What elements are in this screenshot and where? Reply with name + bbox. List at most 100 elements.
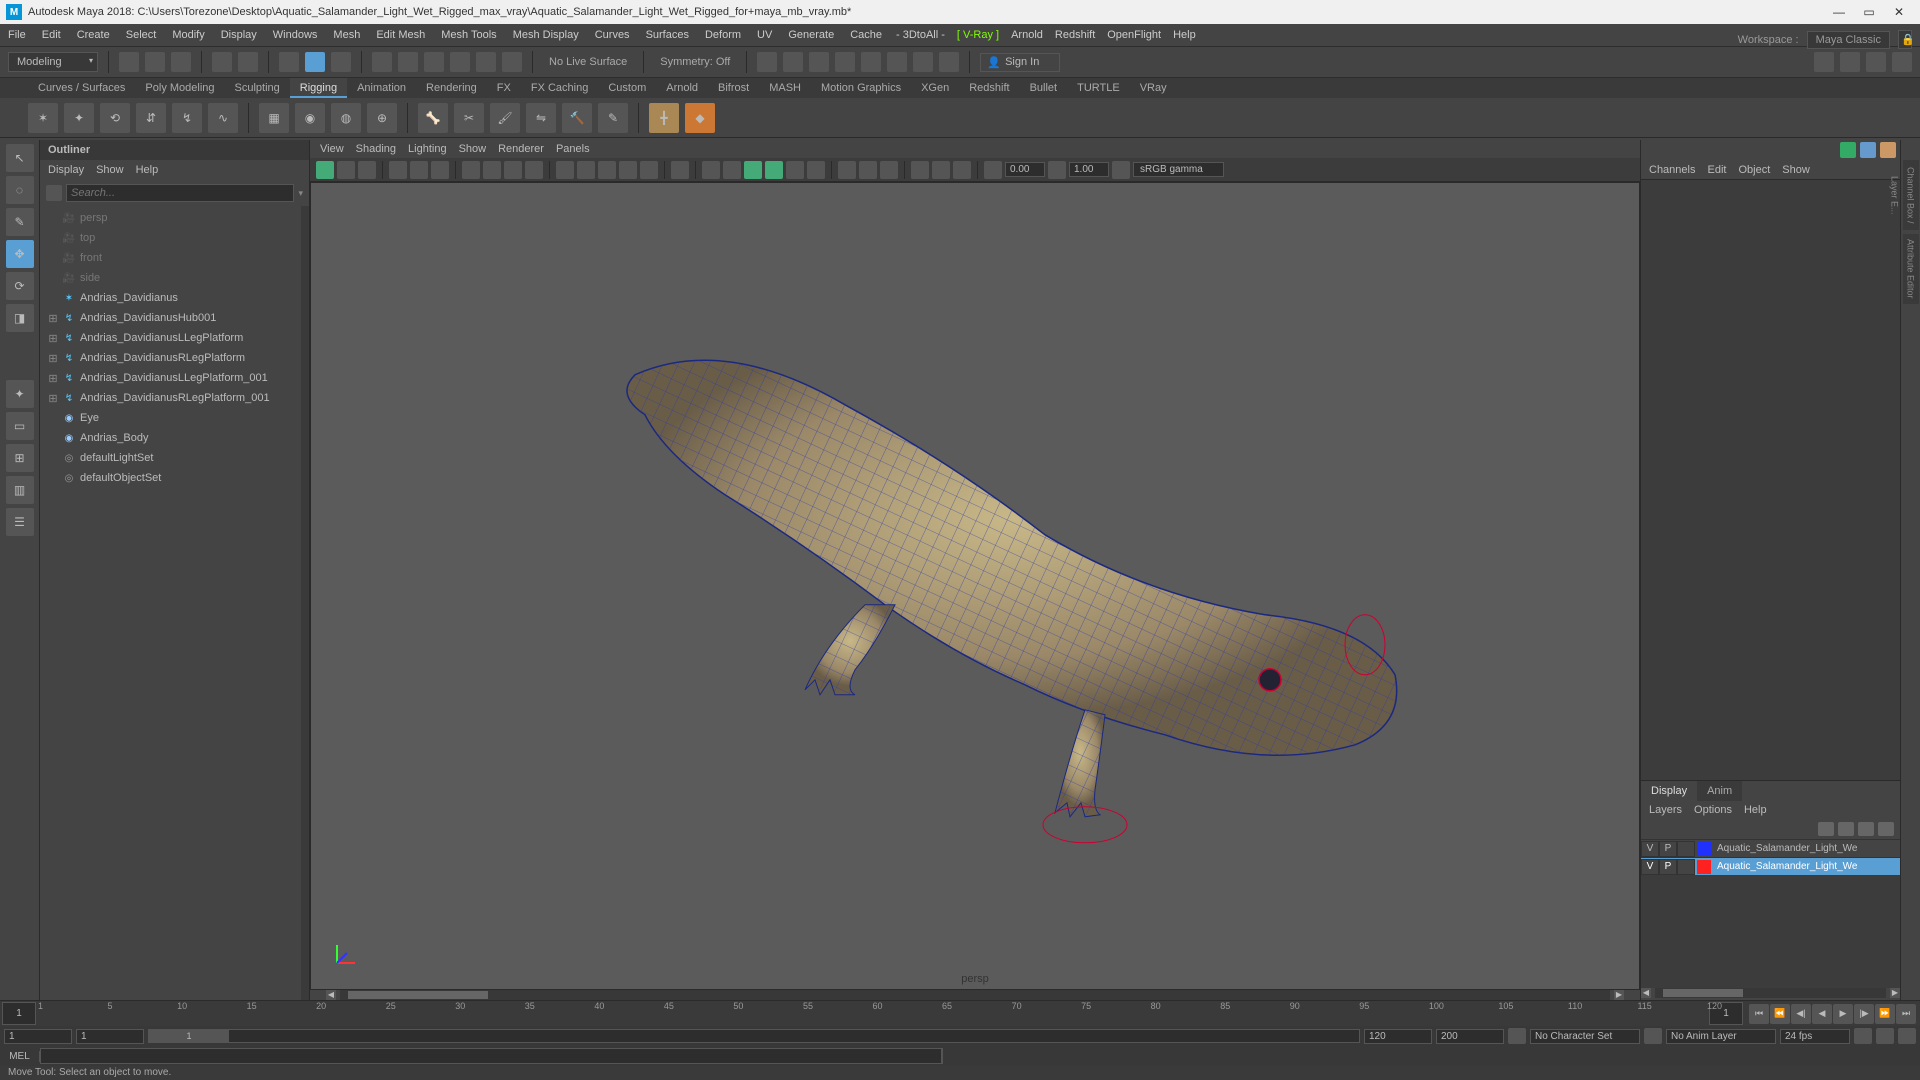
menu-mesh-tools[interactable]: Mesh Tools — [433, 24, 504, 46]
shelf-icon-wrap[interactable]: ⊕ — [367, 103, 397, 133]
outliner-menu-help[interactable]: Help — [136, 164, 159, 176]
outliner-node-top[interactable]: 🎥top — [40, 228, 309, 248]
layer-new-empty-icon[interactable] — [1858, 822, 1874, 836]
render-icon[interactable] — [783, 52, 803, 72]
outliner-node-hub[interactable]: ⊞↯Andrias_DavidianusHub001 — [40, 308, 309, 328]
tab-channel-box[interactable]: Channel Box / Layer E... — [1903, 160, 1919, 230]
menu-create[interactable]: Create — [69, 24, 118, 46]
layer-menu-layers[interactable]: Layers — [1649, 804, 1682, 816]
outliner-menu-show[interactable]: Show — [96, 164, 124, 176]
outliner-node-lightset[interactable]: ◎defaultLightSet — [40, 448, 309, 468]
vp-2d-zoom-icon[interactable] — [410, 161, 428, 179]
time-slider[interactable]: 1 15101520253035404550556065707580859095… — [0, 1000, 1920, 1026]
shelf-icon-blend-shape[interactable]: ◍ — [331, 103, 361, 133]
save-scene-icon[interactable] — [171, 52, 191, 72]
cb-menu-show[interactable]: Show — [1782, 164, 1810, 176]
vp-exposure-field[interactable]: 0.00 — [1005, 162, 1045, 177]
range-slider[interactable]: 1 — [148, 1029, 1360, 1043]
shelf-icon-orient-joint[interactable]: ⇵ — [136, 103, 166, 133]
tab-attribute-editor[interactable]: Attribute Editor — [1903, 234, 1919, 304]
vp-selected-lights-icon[interactable] — [880, 161, 898, 179]
shelf-icon-lattice[interactable]: ▦ — [259, 103, 289, 133]
layer-color-swatch[interactable] — [1697, 860, 1711, 874]
shelf-icon-mirror-joint[interactable]: ⟲ — [100, 103, 130, 133]
cb-menu-object[interactable]: Object — [1738, 164, 1770, 176]
vp-menu-lighting[interactable]: Lighting — [408, 143, 447, 155]
layer-hscroll[interactable]: ◀ ▶ — [1655, 988, 1886, 998]
vp-snapshot-icon[interactable] — [911, 161, 929, 179]
current-frame-left[interactable]: 1 — [2, 1002, 36, 1025]
layer-vis-toggle[interactable]: V — [1641, 841, 1659, 857]
symmetry-label[interactable]: Symmetry: Off — [654, 56, 736, 68]
vp-exposure-icon[interactable] — [984, 161, 1002, 179]
paint-select-tool[interactable]: ✎ — [6, 208, 34, 236]
layer-playback-toggle[interactable]: P — [1659, 841, 1677, 857]
layer-hscroll-left-icon[interactable]: ◀ — [1641, 988, 1651, 998]
vp-gate-mask-icon[interactable] — [525, 161, 543, 179]
shelf-tab-arnold[interactable]: Arnold — [656, 78, 708, 98]
play-fwd-icon[interactable]: ▶ — [1833, 1004, 1853, 1024]
menu-edit-mesh[interactable]: Edit Mesh — [368, 24, 433, 46]
layer-row-1[interactable]: V P Aquatic_Salamander_Light_We — [1641, 839, 1900, 857]
outliner-menu-display[interactable]: Display — [48, 164, 84, 176]
channel-box-body[interactable] — [1641, 180, 1900, 780]
go-start-icon[interactable]: ⏮ — [1749, 1004, 1769, 1024]
shelf-tab-xgen[interactable]: XGen — [911, 78, 959, 98]
vp-menu-show[interactable]: Show — [459, 143, 487, 155]
vp-textured-icon[interactable] — [598, 161, 616, 179]
redo-icon[interactable] — [238, 52, 258, 72]
set-key-icon[interactable] — [1876, 1028, 1894, 1044]
shelf-tab-rigging[interactable]: Rigging — [290, 78, 347, 98]
vp-grease-icon[interactable] — [431, 161, 449, 179]
vp-menu-shading[interactable]: Shading — [356, 143, 396, 155]
vp-gamma-field[interactable]: 1.00 — [1069, 162, 1109, 177]
undo-icon[interactable] — [212, 52, 232, 72]
shelf-icon-paint-weights[interactable]: 🖌 — [490, 103, 520, 133]
shelf-tab-vray[interactable]: VRay — [1130, 78, 1177, 98]
ipr-icon[interactable] — [809, 52, 829, 72]
lasso-tool[interactable]: ◌ — [6, 176, 34, 204]
select-mode-uv-icon[interactable] — [331, 52, 351, 72]
toggle-tool-icon[interactable] — [1866, 52, 1886, 72]
outliner-node-rleg[interactable]: ⊞↯Andrias_DavidianusRLegPlatform — [40, 348, 309, 368]
outliner-node-persp[interactable]: 🎥persp — [40, 208, 309, 228]
vp-menu-view[interactable]: View — [320, 143, 344, 155]
vp-render-icon[interactable] — [932, 161, 950, 179]
range-slider-thumb[interactable]: 1 — [149, 1030, 229, 1042]
viewport-hscroll[interactable]: ◀ ▶ — [340, 990, 1610, 1000]
menu-windows[interactable]: Windows — [265, 24, 326, 46]
shelf-icon-constraint-parent[interactable]: ╋ — [649, 103, 679, 133]
layout-single[interactable]: ▭ — [6, 412, 34, 440]
layer-name[interactable]: Aquatic_Salamander_Light_We — [1713, 843, 1900, 854]
layer-tab-display[interactable]: Display — [1641, 781, 1697, 801]
cb-menu-edit[interactable]: Edit — [1707, 164, 1726, 176]
outliner-node-lleg001[interactable]: ⊞↯Andrias_DavidianusLLegPlatform_001 — [40, 368, 309, 388]
last-tool[interactable]: ✦ — [6, 380, 34, 408]
outliner-node-eye[interactable]: ◉Eye — [40, 408, 309, 428]
layout-custom[interactable]: ▥ — [6, 476, 34, 504]
shelf-tab-anim[interactable]: Animation — [347, 78, 416, 98]
layer-type-toggle[interactable] — [1677, 841, 1695, 857]
snap-point-icon[interactable] — [424, 52, 444, 72]
fps-combo[interactable]: 24 fps — [1780, 1029, 1850, 1044]
shelf-tab-fx[interactable]: FX — [487, 78, 521, 98]
vp-wire-icon[interactable] — [556, 161, 574, 179]
step-back-key-icon[interactable]: ⏪ — [1770, 1004, 1790, 1024]
hscroll-left-icon[interactable]: ◀ — [326, 990, 336, 1000]
vp-default-light-icon[interactable] — [838, 161, 856, 179]
layer-menu-help[interactable]: Help — [1744, 804, 1767, 816]
menu-redshift[interactable]: Redshift — [1049, 29, 1101, 41]
menu-file[interactable]: File — [0, 24, 34, 46]
minimize-button[interactable]: — — [1824, 2, 1854, 22]
shelf-icon-cluster[interactable]: ◉ — [295, 103, 325, 133]
menu-mesh-display[interactable]: Mesh Display — [505, 24, 587, 46]
workspace-combo[interactable]: Maya Classic — [1807, 31, 1890, 49]
close-button[interactable]: ✕ — [1884, 2, 1914, 22]
shelf-tab-curves[interactable]: Curves / Surfaces — [28, 78, 135, 98]
vp-xray-joints-icon[interactable] — [723, 161, 741, 179]
shelf-tab-turtle[interactable]: TURTLE — [1067, 78, 1130, 98]
snap-live-icon[interactable] — [502, 52, 522, 72]
vp-bookmark-icon[interactable] — [358, 161, 376, 179]
shelf-icon-ik-handle[interactable]: ↯ — [172, 103, 202, 133]
open-scene-icon[interactable] — [145, 52, 165, 72]
